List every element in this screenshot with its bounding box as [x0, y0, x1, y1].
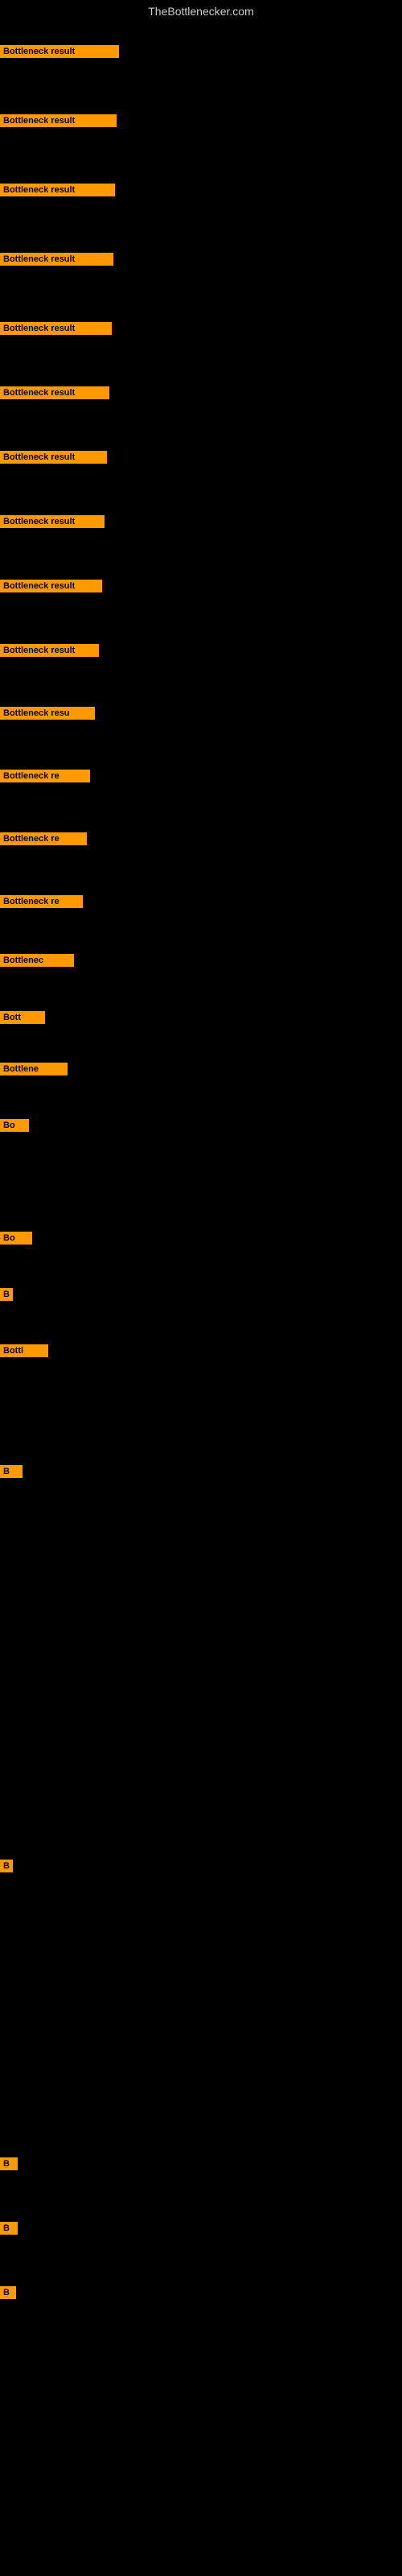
bottleneck-label: B [0, 1288, 13, 1301]
site-title: TheBottlenecker.com [0, 0, 402, 23]
bottleneck-label: Bottleneck result [0, 45, 119, 58]
bottleneck-item: B [0, 1288, 13, 1305]
bottleneck-item: Bottleneck re [0, 832, 87, 849]
bottleneck-label: Bottleneck result [0, 184, 115, 196]
bottleneck-item: Bottleneck resu [0, 707, 95, 724]
bottleneck-label: Bottleneck re [0, 770, 90, 782]
bottleneck-item: Bottleneck result [0, 580, 102, 597]
bottleneck-label: Bottleneck result [0, 114, 117, 127]
bottleneck-label: Bottleneck result [0, 322, 112, 335]
bottleneck-item: Bottlene [0, 1063, 68, 1080]
bottleneck-label: Bott [0, 1011, 45, 1024]
bottleneck-item: Bo [0, 1119, 29, 1136]
bottleneck-label: Bottlene [0, 1063, 68, 1075]
bottleneck-item: Bottleneck result [0, 451, 107, 468]
bottleneck-item: B [0, 1860, 13, 1876]
bottleneck-label: Bottleneck result [0, 515, 105, 528]
bottleneck-item: Bottleneck result [0, 322, 112, 339]
bottleneck-item: Bottleneck re [0, 770, 90, 786]
bottleneck-item: Bottleneck result [0, 45, 119, 62]
bottleneck-label: B [0, 2286, 16, 2299]
bottleneck-label: Bottleneck resu [0, 707, 95, 720]
bottleneck-label: B [0, 1860, 13, 1872]
bottleneck-item: Bottleneck result [0, 644, 99, 661]
bottleneck-item: Bottleneck result [0, 515, 105, 532]
bottleneck-label: B [0, 2157, 18, 2170]
bottleneck-item: Bottl [0, 1344, 48, 1361]
bottleneck-label: Bottl [0, 1344, 48, 1357]
bottleneck-label: Bo [0, 1232, 32, 1245]
bottleneck-label: Bottleneck result [0, 253, 113, 266]
bottleneck-label: B [0, 1465, 23, 1478]
bottleneck-item: B [0, 2157, 18, 2174]
bottleneck-label: Bottleneck result [0, 644, 99, 657]
bottleneck-item: B [0, 1465, 23, 1482]
bottleneck-label: Bo [0, 1119, 29, 1132]
bottleneck-label: Bottleneck result [0, 580, 102, 592]
bottleneck-item: B [0, 2222, 18, 2239]
bottleneck-label: Bottleneck result [0, 451, 107, 464]
bottleneck-item: Bottleneck re [0, 895, 83, 912]
bottleneck-label: Bottlenec [0, 954, 74, 967]
bottleneck-label: Bottleneck re [0, 895, 83, 908]
bottleneck-item: Bottleneck result [0, 184, 115, 200]
bottleneck-item: Bottleneck result [0, 114, 117, 131]
bottleneck-item: Bottleneck result [0, 253, 113, 270]
bottleneck-label: Bottleneck result [0, 386, 109, 399]
bottleneck-item: Bott [0, 1011, 45, 1028]
bottleneck-label: B [0, 2222, 18, 2235]
bottleneck-label: Bottleneck re [0, 832, 87, 845]
bottleneck-item: Bottleneck result [0, 386, 109, 403]
bottleneck-item: Bo [0, 1232, 32, 1249]
bottleneck-item: Bottlenec [0, 954, 74, 971]
bottleneck-item: B [0, 2286, 16, 2303]
